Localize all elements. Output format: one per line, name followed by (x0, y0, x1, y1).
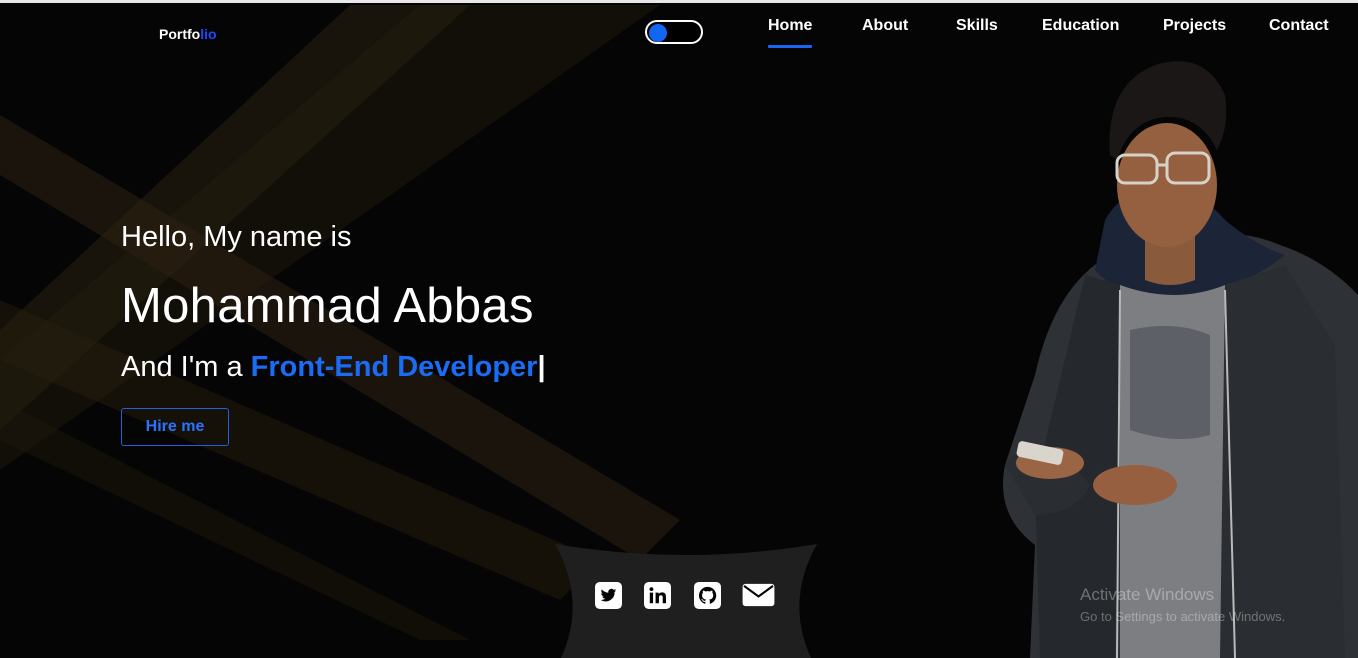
logo-main-text: Portfo (159, 26, 201, 42)
typing-cursor: | (537, 351, 546, 383)
hero-greeting: Hello, My name is (121, 221, 352, 253)
theme-toggle[interactable] (645, 20, 703, 44)
nav-home[interactable]: Home (768, 17, 813, 48)
nav-projects[interactable]: Projects (1163, 17, 1226, 35)
hero-name: Mohammad Abbas (121, 279, 534, 333)
nav-about[interactable]: About (862, 17, 908, 35)
nav-skills[interactable]: Skills (956, 17, 998, 35)
role-prefix: And I'm a (121, 351, 251, 383)
windows-activation-title: Activate Windows (1080, 585, 1215, 604)
envelope-icon[interactable] (742, 582, 775, 609)
hire-me-button[interactable]: Hire me (121, 408, 229, 446)
role-highlight: Front-End Developer (250, 351, 538, 383)
site-logo[interactable]: Portfolio (159, 26, 217, 42)
github-icon[interactable] (694, 582, 721, 609)
nav-contact[interactable]: Contact (1269, 17, 1329, 35)
windows-activation-hint: Go to Settings to activate Windows. (1080, 609, 1286, 624)
linkedin-icon[interactable] (644, 582, 671, 609)
twitter-icon[interactable] (595, 582, 622, 609)
nav-education[interactable]: Education (1042, 17, 1119, 35)
logo-accent-text: lio (200, 26, 217, 42)
toggle-knob (649, 23, 667, 42)
profile-photo (1003, 61, 1358, 658)
hero-role: And I'm a Front-End Developer| (121, 351, 546, 384)
